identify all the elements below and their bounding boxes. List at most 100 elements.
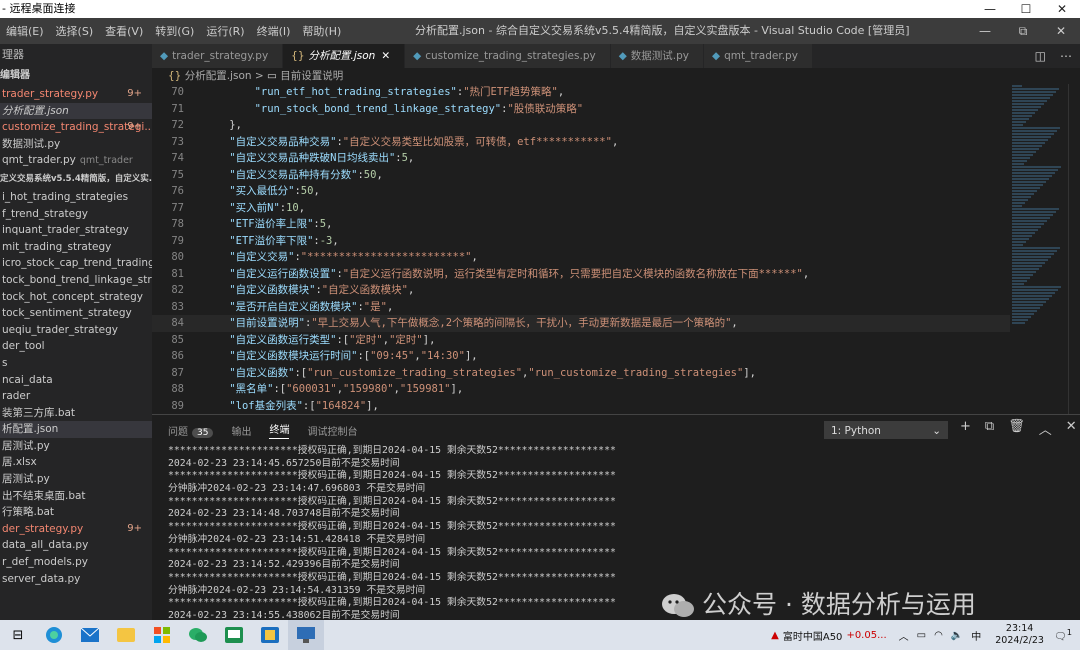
- maximize-panel-icon[interactable]: ︿: [1039, 419, 1052, 438]
- code-line[interactable]: 76 "买入最低分":50,: [152, 183, 1010, 200]
- file-tree-item[interactable]: icro_stock_cap_trend_trading: [0, 255, 152, 272]
- file-tree-item[interactable]: i_hot_trading_strategies: [0, 189, 152, 206]
- tab-terminal[interactable]: 终端: [269, 421, 290, 439]
- code-line[interactable]: 83 "是否开启自定义函数模块":"是",: [152, 299, 1010, 316]
- file-tree-item[interactable]: s: [0, 355, 152, 372]
- code-line[interactable]: 73 "自定义交易品种交易":"自定义交易类型比如股票，可转债，etf*****…: [152, 134, 1010, 151]
- menu-terminal[interactable]: 终端(I): [251, 23, 297, 39]
- close-button[interactable]: ✕: [1042, 18, 1080, 44]
- code-line[interactable]: 82 "自定义函数模块":"自定义函数模块",: [152, 282, 1010, 299]
- tab-problems[interactable]: 问题 35: [168, 423, 214, 438]
- file-tree-item[interactable]: der_tool: [0, 338, 152, 355]
- file-tree-item[interactable]: 装第三方库.bat: [0, 405, 152, 422]
- tab-2[interactable]: ◆ customize_trading_strategies.py: [405, 44, 611, 68]
- file-tree-item[interactable]: server_data.py: [0, 571, 152, 588]
- tab-output[interactable]: 输出: [231, 423, 251, 438]
- rdp-minimize-button[interactable]: —: [972, 0, 1008, 18]
- workspace-header[interactable]: 定义交易系统v5.5.4精简版，自定义实...: [0, 169, 152, 189]
- stock-name[interactable]: 富时中国A50: [783, 628, 843, 643]
- code-line[interactable]: 75 "自定义交易品种持有分数":50,: [152, 167, 1010, 184]
- ime-icon[interactable]: 中: [971, 628, 981, 643]
- file-tree-item[interactable]: inquant_trader_strategy: [0, 222, 152, 239]
- terminal-select[interactable]: 1: Python ⌄: [824, 421, 948, 439]
- volume-icon[interactable]: 🔈: [951, 630, 963, 641]
- new-terminal-icon[interactable]: +: [960, 419, 971, 438]
- open-editor-item[interactable]: customize_trading_strategi... 9+: [0, 119, 152, 136]
- store-icon[interactable]: [144, 620, 180, 650]
- menu-view[interactable]: 查看(V): [99, 23, 149, 39]
- breadcrumb-file[interactable]: 分析配置.json: [185, 70, 252, 82]
- file-tree-item[interactable]: tock_bond_trend_linkage_strategy: [0, 272, 152, 289]
- file-tree-item[interactable]: mit_trading_strategy: [0, 239, 152, 256]
- file-tree-item[interactable]: 出不结束桌面.bat: [0, 488, 152, 505]
- file-tree-item[interactable]: r_def_models.py: [0, 554, 152, 571]
- kill-terminal-icon[interactable]: 🗑: [1008, 419, 1025, 438]
- wechat-icon[interactable]: [180, 620, 216, 650]
- close-panel-icon[interactable]: ✕: [1066, 419, 1077, 438]
- file-tree-item[interactable]: 居测试.py: [0, 471, 152, 488]
- notification-icon[interactable]: 🗨1: [1054, 627, 1072, 642]
- minimize-button[interactable]: —: [966, 18, 1004, 44]
- display-icon[interactable]: ▭: [917, 630, 926, 641]
- file-tree-item[interactable]: f_trend_strategy: [0, 206, 152, 223]
- more-actions-icon[interactable]: ⋯: [1060, 44, 1072, 68]
- folder-icon[interactable]: [108, 620, 144, 650]
- file-tree-item[interactable]: ueqiu_trader_strategy: [0, 322, 152, 339]
- remote-desktop-icon[interactable]: [288, 620, 324, 650]
- file-tree-item[interactable]: data_all_data.py: [0, 537, 152, 554]
- menu-edit[interactable]: 编辑(E): [0, 23, 50, 39]
- code-line[interactable]: 81 "自定义运行函数设置":"自定义运行函数说明，运行类型有定时和循环，只需要…: [152, 266, 1010, 283]
- open-editor-item[interactable]: trader_strategy.py 9+: [0, 86, 152, 103]
- tab-0[interactable]: ◆ trader_strategy.py: [152, 44, 284, 68]
- menu-selection[interactable]: 选择(S): [50, 23, 100, 39]
- code-line[interactable]: 88 "黑名单":["600031","159980","159981"],: [152, 381, 1010, 398]
- code-line[interactable]: 86 "自定义函数模块运行时间":["09:45","14:30"],: [152, 348, 1010, 365]
- wifi-icon[interactable]: ◠: [934, 630, 943, 641]
- menu-help[interactable]: 帮助(H): [296, 23, 347, 39]
- split-editor-icon[interactable]: ◫: [1035, 44, 1046, 68]
- breadcrumb-key[interactable]: 目前设置说明: [280, 70, 343, 82]
- split-terminal-icon[interactable]: ⧉: [985, 419, 994, 438]
- code-line[interactable]: 80 "自定义交易":"*************************",: [152, 249, 1010, 266]
- close-tab-icon[interactable]: ✕: [381, 50, 390, 62]
- code-line[interactable]: 85 "自定义函数运行类型":["定时","定时"],: [152, 332, 1010, 349]
- tab-4[interactable]: ◆ qmt_trader.py: [704, 44, 813, 68]
- open-editor-item[interactable]: qmt_trader.py qmt_trader: [0, 152, 152, 169]
- task-view-icon[interactable]: ⊟: [0, 620, 36, 650]
- file-tree-item[interactable]: ncai_data: [0, 372, 152, 389]
- code-line[interactable]: 89 "lof基金列表":["164824"],: [152, 398, 1010, 415]
- clock[interactable]: 23:14 2024/2/23: [995, 623, 1044, 647]
- code-line[interactable]: 74 "自定义交易品种跌破N日均线卖出":5,: [152, 150, 1010, 167]
- minimap[interactable]: [1012, 84, 1068, 414]
- edge-icon[interactable]: [36, 620, 72, 650]
- file-tree-item[interactable]: 析配置.json: [0, 421, 152, 438]
- open-editor-item[interactable]: 分析配置.json: [0, 102, 152, 120]
- code-line[interactable]: 87 "自定义函数":["run_customize_trading_strat…: [152, 365, 1010, 382]
- rdp-close-button[interactable]: ✕: [1044, 0, 1080, 18]
- code-line[interactable]: 70 "run_etf_hot_trading_strategies":"热门E…: [152, 84, 1010, 101]
- code-line[interactable]: 79 "ETF溢价率下限":-3,: [152, 233, 1010, 250]
- mail-icon[interactable]: [72, 620, 108, 650]
- file-tree-item[interactable]: rader: [0, 388, 152, 405]
- file-tree-item[interactable]: 行策略.bat: [0, 504, 152, 521]
- file-tree-item[interactable]: tock_hot_concept_strategy: [0, 289, 152, 306]
- file-tree-item[interactable]: der_strategy.py 9+: [0, 521, 152, 538]
- file-tree-item[interactable]: 居测试.py: [0, 438, 152, 455]
- tab-1[interactable]: {} 分析配置.json ✕: [283, 44, 406, 68]
- editor-scrollbar[interactable]: [1068, 84, 1080, 414]
- stock-change[interactable]: +0.05...: [846, 630, 886, 641]
- files-icon[interactable]: [252, 620, 288, 650]
- code-line[interactable]: 71 "run_stock_bond_trend_linkage_strateg…: [152, 101, 1010, 118]
- restore-button[interactable]: ⧉: [1004, 18, 1042, 44]
- terminal-icon[interactable]: [216, 620, 252, 650]
- code-line[interactable]: 84 "目前设置说明":"早上交易人气,下午做概念,2个策略的间隔长，干扰小，手…: [152, 315, 1010, 332]
- code-line[interactable]: 72 },: [152, 117, 1010, 134]
- chevron-up-icon[interactable]: ︿: [899, 628, 909, 643]
- file-tree-item[interactable]: 居.xlsx: [0, 454, 152, 471]
- tab-3[interactable]: ◆ 数据测试.py: [610, 44, 705, 68]
- open-editor-item[interactable]: 数据测试.py: [0, 136, 152, 153]
- open-editors-header[interactable]: 编辑器: [0, 66, 152, 86]
- file-tree-item[interactable]: tock_sentiment_strategy: [0, 305, 152, 322]
- menu-run[interactable]: 运行(R): [200, 23, 250, 39]
- rdp-maximize-button[interactable]: ☐: [1008, 0, 1044, 18]
